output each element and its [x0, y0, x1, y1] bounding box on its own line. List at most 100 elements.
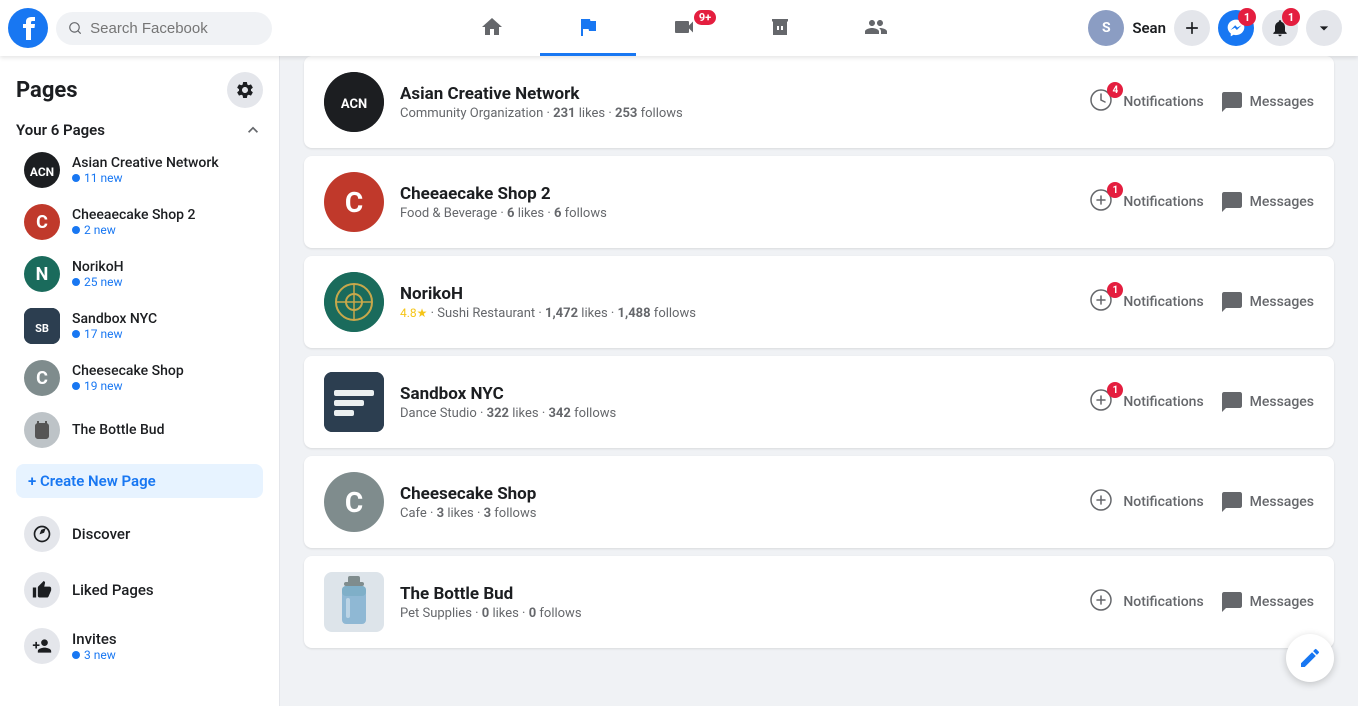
sidebar-item-discover[interactable]: Discover	[8, 506, 271, 562]
cs2-badge-text: 2 new	[84, 223, 116, 237]
plus-button[interactable]	[1174, 10, 1210, 46]
sandbox-notifications-button[interactable]: 1 Notifications	[1089, 388, 1203, 416]
tbb-notifications-button[interactable]: Notifications	[1089, 588, 1203, 616]
your-pages-label: Your 6 Pages	[16, 121, 105, 139]
nav-tab-marketplace[interactable]	[732, 0, 828, 56]
nav-tab-home[interactable]	[444, 0, 540, 56]
acn-page-info: Asian Creative Network Community Organiz…	[400, 84, 1073, 121]
search-input[interactable]	[90, 20, 260, 37]
tbb-page-meta: Pet Supplies · 0 likes · 0 follows	[400, 606, 1073, 621]
cs2-name: Cheeaecake Shop 2	[72, 207, 255, 223]
facebook-logo-icon[interactable]	[8, 8, 48, 48]
sandbox-name: Sandbox NYC	[72, 311, 255, 327]
cs2-notification-count: 1	[1107, 182, 1123, 198]
plus-icon	[1182, 18, 1202, 38]
cs2-notifications-button[interactable]: 1 Notifications	[1089, 188, 1203, 216]
norikoh-info: NorikоН 25 new	[72, 259, 255, 289]
compose-icon	[1298, 646, 1322, 670]
acn-page-actions: 4 Notifications Messages	[1089, 88, 1314, 116]
topnav-right: S Sean 1 1	[1088, 10, 1358, 46]
tbb-name: The Bottle Bud	[72, 422, 255, 438]
nav-tab-video[interactable]: 9+	[636, 0, 732, 56]
gear-button[interactable]	[227, 72, 263, 108]
compose-button[interactable]	[1286, 634, 1334, 682]
acn-messages-button[interactable]: Messages	[1220, 90, 1314, 114]
user-info[interactable]: S Sean	[1088, 10, 1166, 46]
norikoh-notifications-icon: 1	[1089, 288, 1117, 316]
norikoh-page-actions: 1 Notifications Messages	[1089, 288, 1314, 316]
groups-icon	[864, 15, 888, 39]
acn-notification-count: 4	[1107, 82, 1123, 98]
sidebar-item-cheesecake-shop[interactable]: C Cheesecake Shop 19 new	[8, 352, 271, 404]
tbb-page-avatar	[324, 572, 384, 632]
cs2-messages-button[interactable]: Messages	[1220, 190, 1314, 214]
cs-badge: 19 new	[72, 379, 255, 393]
tbb-page-actions: Notifications Messages	[1089, 588, 1314, 616]
acn-notifications-icon: 4	[1089, 88, 1117, 116]
tbb-page-name: The Bottle Bud	[400, 584, 1073, 604]
cs2-notifications-label: Notifications	[1123, 194, 1203, 210]
cs-page-avatar: C	[324, 472, 384, 532]
acn-messages-icon	[1220, 90, 1244, 114]
norikoh-page-info: NorikоН 4.8★ · Sushi Restaurant · 1,472 …	[400, 284, 1073, 321]
cs2-info: Cheeaecake Shop 2 2 new	[72, 207, 255, 237]
sidebar-item-asian-creative-network[interactable]: ACN Asian Creative Network 11 new	[8, 144, 271, 196]
sidebar-header: Pages	[0, 64, 279, 112]
video-badge: 9+	[694, 10, 716, 25]
messenger-badge: 1	[1238, 8, 1256, 26]
cs-messages-icon	[1220, 490, 1244, 514]
create-new-page-button[interactable]: + Create New Page	[16, 464, 263, 498]
cs-messages-button[interactable]: Messages	[1220, 490, 1314, 514]
acn-notifications-button[interactable]: 4 Notifications	[1089, 88, 1203, 116]
acn-page-meta: Community Organization · 231 likes · 253…	[400, 106, 1073, 121]
tbb-messages-icon	[1220, 590, 1244, 614]
invites-info: Invites 3 new	[72, 630, 255, 662]
notifications-button[interactable]: 1	[1262, 10, 1298, 46]
sandbox-messages-label: Messages	[1250, 394, 1314, 410]
tbb-notifications-label: Notifications	[1123, 594, 1203, 610]
search-bar[interactable]	[56, 12, 272, 45]
sidebar-item-cheeaecake-shop-2[interactable]: C Cheeaecake Shop 2 2 new	[8, 196, 271, 248]
acn-badge: 11 new	[72, 171, 255, 185]
sandbox-page-name: Sandbox NYC	[400, 384, 1073, 404]
cs-page-meta: Cafe · 3 likes · 3 follows	[400, 506, 1073, 521]
cs2-avatar: C	[24, 204, 60, 240]
acn-page-name: Asian Creative Network	[400, 84, 1073, 104]
norikoh-messages-button[interactable]: Messages	[1220, 290, 1314, 314]
chevron-down-icon	[1314, 18, 1334, 38]
norikoh-page-avatar	[324, 272, 384, 332]
nav-tab-groups[interactable]	[828, 0, 924, 56]
page-card-norikoh: NorikоН 4.8★ · Sushi Restaurant · 1,472 …	[304, 256, 1334, 348]
cs-avatar: C	[24, 360, 60, 396]
tbb-messages-button[interactable]: Messages	[1220, 590, 1314, 614]
sidebar-item-liked-pages[interactable]: Liked Pages	[8, 562, 271, 618]
sandbox-notification-count: 1	[1107, 382, 1123, 398]
norikoh-notifications-button[interactable]: 1 Notifications	[1089, 288, 1203, 316]
norikoh-messages-icon	[1220, 290, 1244, 314]
cs-notifications-button[interactable]: Notifications	[1089, 488, 1203, 516]
sidebar-item-sandbox-nyc[interactable]: SB Sandbox NYC 17 new	[8, 300, 271, 352]
sandbox-page-info: Sandbox NYC Dance Studio · 322 likes · 3…	[400, 384, 1073, 421]
page-card-sandbox-nyc: Sandbox NYC Dance Studio · 322 likes · 3…	[304, 356, 1334, 448]
svg-text:ACN: ACN	[30, 165, 54, 179]
tbb-notifications-icon	[1089, 588, 1117, 616]
acn-badge-text: 11 new	[84, 171, 122, 185]
search-icon	[68, 20, 82, 36]
sandbox-messages-icon	[1220, 390, 1244, 414]
sidebar: Pages Your 6 Pages ACN Asian Creative Ne…	[0, 56, 280, 706]
sandbox-badge-dot	[72, 330, 80, 338]
sidebar-item-the-bottle-bud[interactable]: The Bottle Bud	[8, 404, 271, 456]
nav-tab-pages[interactable]	[540, 0, 636, 56]
sidebar-item-invites[interactable]: Invites 3 new	[8, 618, 271, 674]
cs-name: Cheesecake Shop	[72, 363, 255, 379]
invites-label: Invites	[72, 630, 117, 648]
tbb-page-info: The Bottle Bud Pet Supplies · 0 likes · …	[400, 584, 1073, 621]
chevron-down-button[interactable]	[1306, 10, 1342, 46]
norikoh-badge-text: 25 new	[84, 275, 122, 289]
messenger-button[interactable]: 1	[1218, 10, 1254, 46]
norikoh-page-name: NorikоН	[400, 284, 1073, 304]
sandbox-messages-button[interactable]: Messages	[1220, 390, 1314, 414]
norikoh-name: NorikоН	[72, 259, 255, 275]
sidebar-item-norikoh[interactable]: N NorikоН 25 new	[8, 248, 271, 300]
your-pages-header[interactable]: Your 6 Pages	[0, 112, 279, 144]
